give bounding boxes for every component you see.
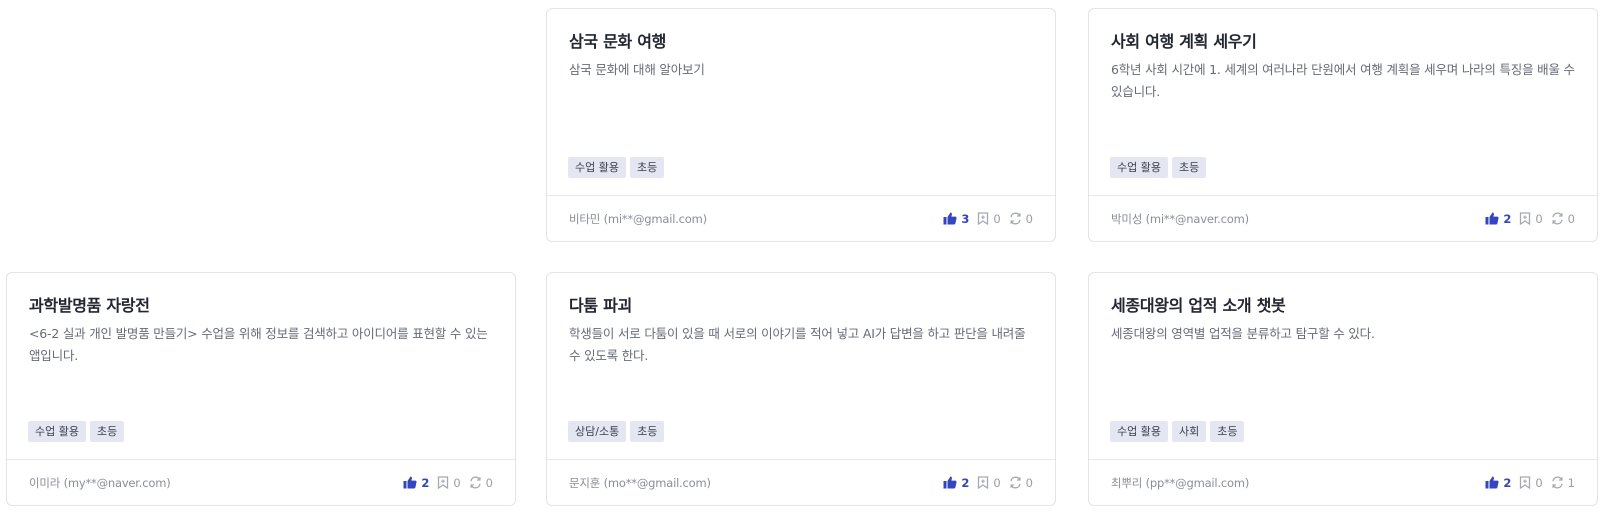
card-stats: 2 0 0 bbox=[943, 476, 1033, 490]
remix-count: 0 bbox=[1025, 211, 1033, 226]
tag[interactable]: 초등 bbox=[1210, 421, 1245, 442]
card-title: 세종대왕의 업적 소개 챗봇 bbox=[1111, 296, 1286, 315]
remix-button[interactable]: 0 bbox=[469, 476, 493, 490]
refresh-icon bbox=[1010, 212, 1021, 225]
card-tags: 상담/소통 초등 bbox=[568, 421, 665, 442]
card-title: 삼국 문화 여행 bbox=[569, 32, 667, 51]
card-footer: 비타민 (mi**@gmail.com) 3 0 0 bbox=[547, 195, 1055, 241]
card-title: 사회 여행 계획 세우기 bbox=[1111, 32, 1257, 51]
like-count: 2 bbox=[421, 475, 430, 490]
bookmark-count: 0 bbox=[993, 211, 1001, 226]
tag[interactable]: 사회 bbox=[1171, 421, 1207, 442]
card-description: 세종대왕의 영역별 업적을 분류하고 탐구할 수 있다. bbox=[1111, 326, 1375, 341]
like-count: 3 bbox=[961, 211, 970, 226]
thumbs-up-icon bbox=[403, 476, 417, 489]
card-title: 과학발명품 자랑전 bbox=[29, 296, 150, 315]
bookmark-count: 0 bbox=[453, 475, 461, 490]
like-count: 2 bbox=[1503, 475, 1512, 490]
bookmark-icon bbox=[978, 212, 989, 225]
card-author: 박미성 (mi**@naver.com) bbox=[1111, 211, 1249, 226]
like-button[interactable]: 2 bbox=[943, 476, 969, 490]
remix-count: 0 bbox=[1567, 211, 1575, 226]
app-card[interactable]: 세종대왕의 업적 소개 챗봇 세종대왕의 영역별 업적을 분류하고 탐구할 수 … bbox=[1088, 272, 1598, 506]
remix-count: 0 bbox=[485, 475, 493, 490]
bookmark-count: 0 bbox=[1535, 211, 1543, 226]
card-stats: 2 0 0 bbox=[403, 476, 493, 490]
card-description: <6-2 실과 개인 발명품 만들기> 수업을 위해 정보를 검색하고 아이디어… bbox=[29, 326, 488, 363]
remix-button[interactable]: 0 bbox=[1009, 476, 1033, 490]
refresh-icon bbox=[1010, 476, 1021, 489]
thumbs-up-icon bbox=[943, 212, 957, 225]
app-card[interactable]: 삼국 문화 여행 삼국 문화에 대해 알아보기 수업 활용 초등 비타민 (mi… bbox=[546, 8, 1056, 242]
bookmark-button[interactable]: 0 bbox=[437, 475, 461, 490]
like-button[interactable]: 2 bbox=[403, 476, 429, 490]
card-description: 삼국 문화에 대해 알아보기 bbox=[569, 62, 705, 77]
bookmark-icon bbox=[1520, 476, 1531, 489]
refresh-icon bbox=[470, 476, 481, 489]
tag[interactable]: 수업 활용 bbox=[28, 421, 86, 442]
tag[interactable]: 수업 활용 bbox=[568, 157, 626, 178]
card-author: 비타민 (mi**@gmail.com) bbox=[569, 211, 707, 226]
remix-count: 0 bbox=[1025, 475, 1033, 490]
bookmark-button[interactable]: 0 bbox=[977, 211, 1001, 226]
card-description: 6학년 사회 시간에 1. 세계의 여러나라 단원에서 여행 계획을 세우며 나… bbox=[1111, 62, 1575, 99]
card-author: 이미라 (my**@naver.com) bbox=[29, 475, 171, 490]
bookmark-icon bbox=[1520, 212, 1531, 225]
tag[interactable]: 수업 활용 bbox=[1110, 421, 1168, 442]
card-footer: 박미성 (mi**@naver.com) 2 0 0 bbox=[1089, 195, 1597, 241]
card-tags: 수업 활용 초등 bbox=[28, 421, 125, 442]
tag[interactable]: 초등 bbox=[1171, 157, 1207, 178]
bookmark-button[interactable]: 0 bbox=[977, 475, 1001, 490]
card-footer: 최뿌리 (pp**@gmail.com) 2 0 1 bbox=[1089, 459, 1597, 505]
bookmark-icon bbox=[978, 476, 989, 489]
card-title: 다툼 파괴 bbox=[569, 296, 632, 315]
bookmark-count: 0 bbox=[1535, 475, 1543, 490]
refresh-icon bbox=[1552, 476, 1563, 489]
remix-button[interactable]: 0 bbox=[1551, 212, 1575, 226]
bookmark-count: 0 bbox=[993, 475, 1001, 490]
tag[interactable]: 초등 bbox=[630, 421, 665, 442]
card-author: 최뿌리 (pp**@gmail.com) bbox=[1111, 475, 1250, 490]
app-card[interactable]: 과학발명품 자랑전 <6-2 실과 개인 발명품 만들기> 수업을 위해 정보를… bbox=[6, 272, 516, 506]
thumbs-up-icon bbox=[1485, 476, 1499, 489]
thumbs-up-icon bbox=[943, 476, 957, 489]
card-tags: 수업 활용 초등 bbox=[568, 157, 665, 178]
tag[interactable]: 초등 bbox=[629, 157, 665, 178]
like-button[interactable]: 2 bbox=[1485, 476, 1511, 490]
tag[interactable]: 상담/소통 bbox=[568, 421, 627, 442]
like-count: 2 bbox=[1503, 211, 1512, 226]
card-description: 학생들이 서로 다툼이 있을 때 서로의 이야기를 적어 넣고 AI가 답변을 … bbox=[569, 326, 1026, 363]
card-footer: 문지훈 (mo**@gmail.com) 2 0 0 bbox=[547, 459, 1055, 505]
card-tags: 수업 활용 초등 bbox=[1110, 157, 1207, 178]
card-stats: 3 0 0 bbox=[943, 212, 1033, 226]
refresh-icon bbox=[1552, 212, 1563, 225]
like-button[interactable]: 3 bbox=[943, 212, 969, 226]
bookmark-button[interactable]: 0 bbox=[1519, 475, 1543, 490]
remix-button[interactable]: 0 bbox=[1009, 212, 1033, 226]
bookmark-icon bbox=[438, 476, 449, 489]
remix-button[interactable]: 1 bbox=[1551, 476, 1575, 490]
like-button[interactable]: 2 bbox=[1485, 212, 1511, 226]
tag[interactable]: 수업 활용 bbox=[1110, 157, 1168, 178]
like-count: 2 bbox=[961, 475, 970, 490]
card-tags: 수업 활용 사회 초등 bbox=[1110, 421, 1245, 442]
remix-count: 1 bbox=[1567, 475, 1575, 490]
bookmark-button[interactable]: 0 bbox=[1519, 211, 1543, 226]
app-card[interactable]: 사회 여행 계획 세우기 6학년 사회 시간에 1. 세계의 여러나라 단원에서… bbox=[1088, 8, 1598, 242]
card-stats: 2 0 0 bbox=[1485, 212, 1575, 226]
app-card[interactable]: 다툼 파괴 학생들이 서로 다툼이 있을 때 서로의 이야기를 적어 넣고 AI… bbox=[546, 272, 1056, 506]
card-stats: 2 0 1 bbox=[1485, 476, 1575, 490]
thumbs-up-icon bbox=[1485, 212, 1499, 225]
card-footer: 이미라 (my**@naver.com) 2 0 0 bbox=[7, 459, 515, 505]
card-author: 문지훈 (mo**@gmail.com) bbox=[569, 475, 711, 490]
tag[interactable]: 초등 bbox=[89, 421, 125, 442]
